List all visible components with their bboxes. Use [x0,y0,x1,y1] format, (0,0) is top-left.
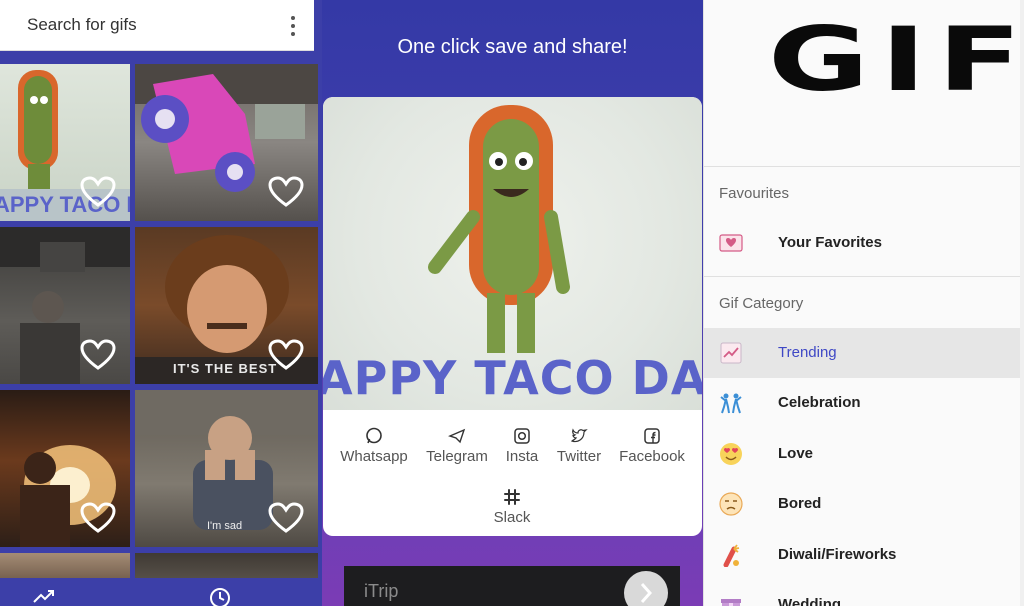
gif-caption: IT'S THE BEST [173,361,278,376]
twitter-icon [570,428,588,443]
gif-caption: I'm sad [207,520,243,532]
drawer-scrollbar[interactable] [1020,0,1024,606]
search-bar[interactable]: Search for gifs [0,0,314,51]
menu-item-bored[interactable]: Bored [704,479,1022,529]
gif-tile[interactable]: I'm sad [135,390,318,547]
divider [704,276,1022,277]
favourites-section-title: Favourites [719,185,790,202]
ad-banner[interactable]: iTrip [344,566,680,606]
share-twitter-button[interactable]: Twitter [541,427,617,465]
headline: One click save and share! [397,36,628,58]
instagram-icon [514,428,530,444]
search-input[interactable]: Search for gifs [27,15,137,35]
menu-item-trending[interactable]: Trending [704,328,1022,378]
whatsapp-icon [366,427,382,444]
ad-arrow-button[interactable] [624,571,668,606]
menu-item-label: Trending [778,344,837,361]
favorite-heart-icon[interactable] [80,176,116,208]
heart-box-icon [719,234,743,252]
menu-item-your-favorites[interactable]: Your Favorites [704,218,1022,268]
firework-icon [723,544,740,567]
gif-tile[interactable] [0,227,130,384]
share-slack-button[interactable]: Slack [474,488,550,526]
share-facebook-button[interactable]: Facebook [614,427,690,465]
telegram-icon [448,428,466,444]
gif-tile[interactable] [0,390,130,547]
menu-item-label: Your Favorites [778,234,882,251]
favorite-heart-icon[interactable] [80,502,116,534]
menu-item-label: Wedding [778,596,842,606]
celebration-icon [720,393,742,414]
more-options-icon[interactable] [290,16,296,36]
favorite-heart-icon[interactable] [268,339,304,371]
clock-icon[interactable] [208,586,232,606]
menu-item-love[interactable]: Love [704,429,1022,479]
menu-item-diwali-fireworks[interactable]: Diwali/Fireworks [704,530,1022,580]
share-label: Twitter [556,448,602,465]
share-label: Facebook [619,448,685,465]
menu-item-wedding[interactable]: Wedding [704,580,1022,606]
share-panel: One click save and share! APPY TACO DAY … [322,0,703,606]
gif-preview: APPY TACO DAY [323,97,702,410]
navigation-drawer: GIF Favourites Your Favorites Gif Catego… [703,0,1024,606]
drawer-header: GIF [704,0,1024,150]
menu-item-label: Celebration [778,394,861,411]
share-label: Whatsapp [340,448,408,465]
favorite-heart-icon[interactable] [268,502,304,534]
share-whatsapp-button[interactable]: Whatsapp [336,427,412,465]
heart-eyes-emoji-icon [720,443,742,465]
gift-icon [721,599,741,606]
bottom-navigation [0,578,322,606]
gif-overlay-text: APPY TACO DAY [323,351,702,405]
trending-chart-icon [720,342,742,364]
gif-grid-panel: Search for gifs APPY TACO DAY [0,0,322,606]
app-logo: GIF [768,8,1024,111]
chevron-right-icon [640,583,653,603]
share-card: APPY TACO DAY Whatsapp Telegram Insta Tw… [323,97,702,536]
gif-tile[interactable] [135,64,318,221]
menu-item-celebration[interactable]: Celebration [704,378,1022,428]
ad-text: iTrip [364,581,399,601]
menu-item-label: Love [778,445,814,462]
slack-icon [504,489,520,505]
menu-item-label: Bored [778,495,822,512]
favorite-heart-icon[interactable] [80,339,116,371]
bored-emoji-icon [719,492,743,516]
gif-tile[interactable]: APPY TACO DAY [0,64,130,221]
share-label: Slack [493,509,531,526]
facebook-icon [644,428,660,444]
gif-tile[interactable]: IT'S THE BEST [135,227,318,384]
trending-icon[interactable] [32,586,56,606]
divider [704,166,1022,167]
share-label: Insta [505,448,539,465]
share-label: Telegram [426,448,488,465]
menu-item-label: Diwali/Fireworks [778,546,897,563]
category-section-title: Gif Category [719,295,804,312]
favorite-heart-icon[interactable] [268,176,304,208]
